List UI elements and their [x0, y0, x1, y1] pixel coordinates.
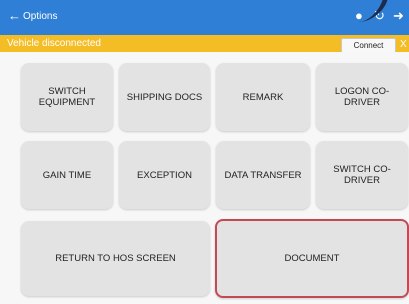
- options-panel: SWITCH EQUIPMENT SHIPPING DOCS REMARK LO…: [0, 52, 409, 304]
- data-transfer-button[interactable]: DATA TRANSFER: [216, 141, 310, 209]
- logout-icon[interactable]: ➜: [393, 8, 404, 24]
- remark-button[interactable]: REMARK: [216, 63, 310, 131]
- gain-time-button[interactable]: GAIN TIME: [21, 141, 113, 209]
- shipping-docs-button[interactable]: SHIPPING DOCS: [119, 63, 210, 131]
- close-status-button[interactable]: X: [400, 38, 407, 51]
- document-button[interactable]: DOCUMENT: [215, 219, 409, 298]
- exception-button[interactable]: EXCEPTION: [119, 141, 210, 209]
- back-arrow-icon[interactable]: ←: [8, 9, 21, 22]
- connect-button[interactable]: Connect: [341, 38, 396, 53]
- page-title: Options: [23, 11, 58, 22]
- switch-equipment-button[interactable]: SWITCH EQUIPMENT: [21, 63, 113, 131]
- return-hos-button[interactable]: RETURN TO HOS SCREEN: [21, 221, 210, 296]
- connection-status-text: Vehicle disconnected: [7, 38, 101, 49]
- switch-codriver-button[interactable]: SWITCH CO-DRIVER: [316, 141, 408, 209]
- logon-codriver-button[interactable]: LOGON CO-DRIVER: [316, 63, 408, 131]
